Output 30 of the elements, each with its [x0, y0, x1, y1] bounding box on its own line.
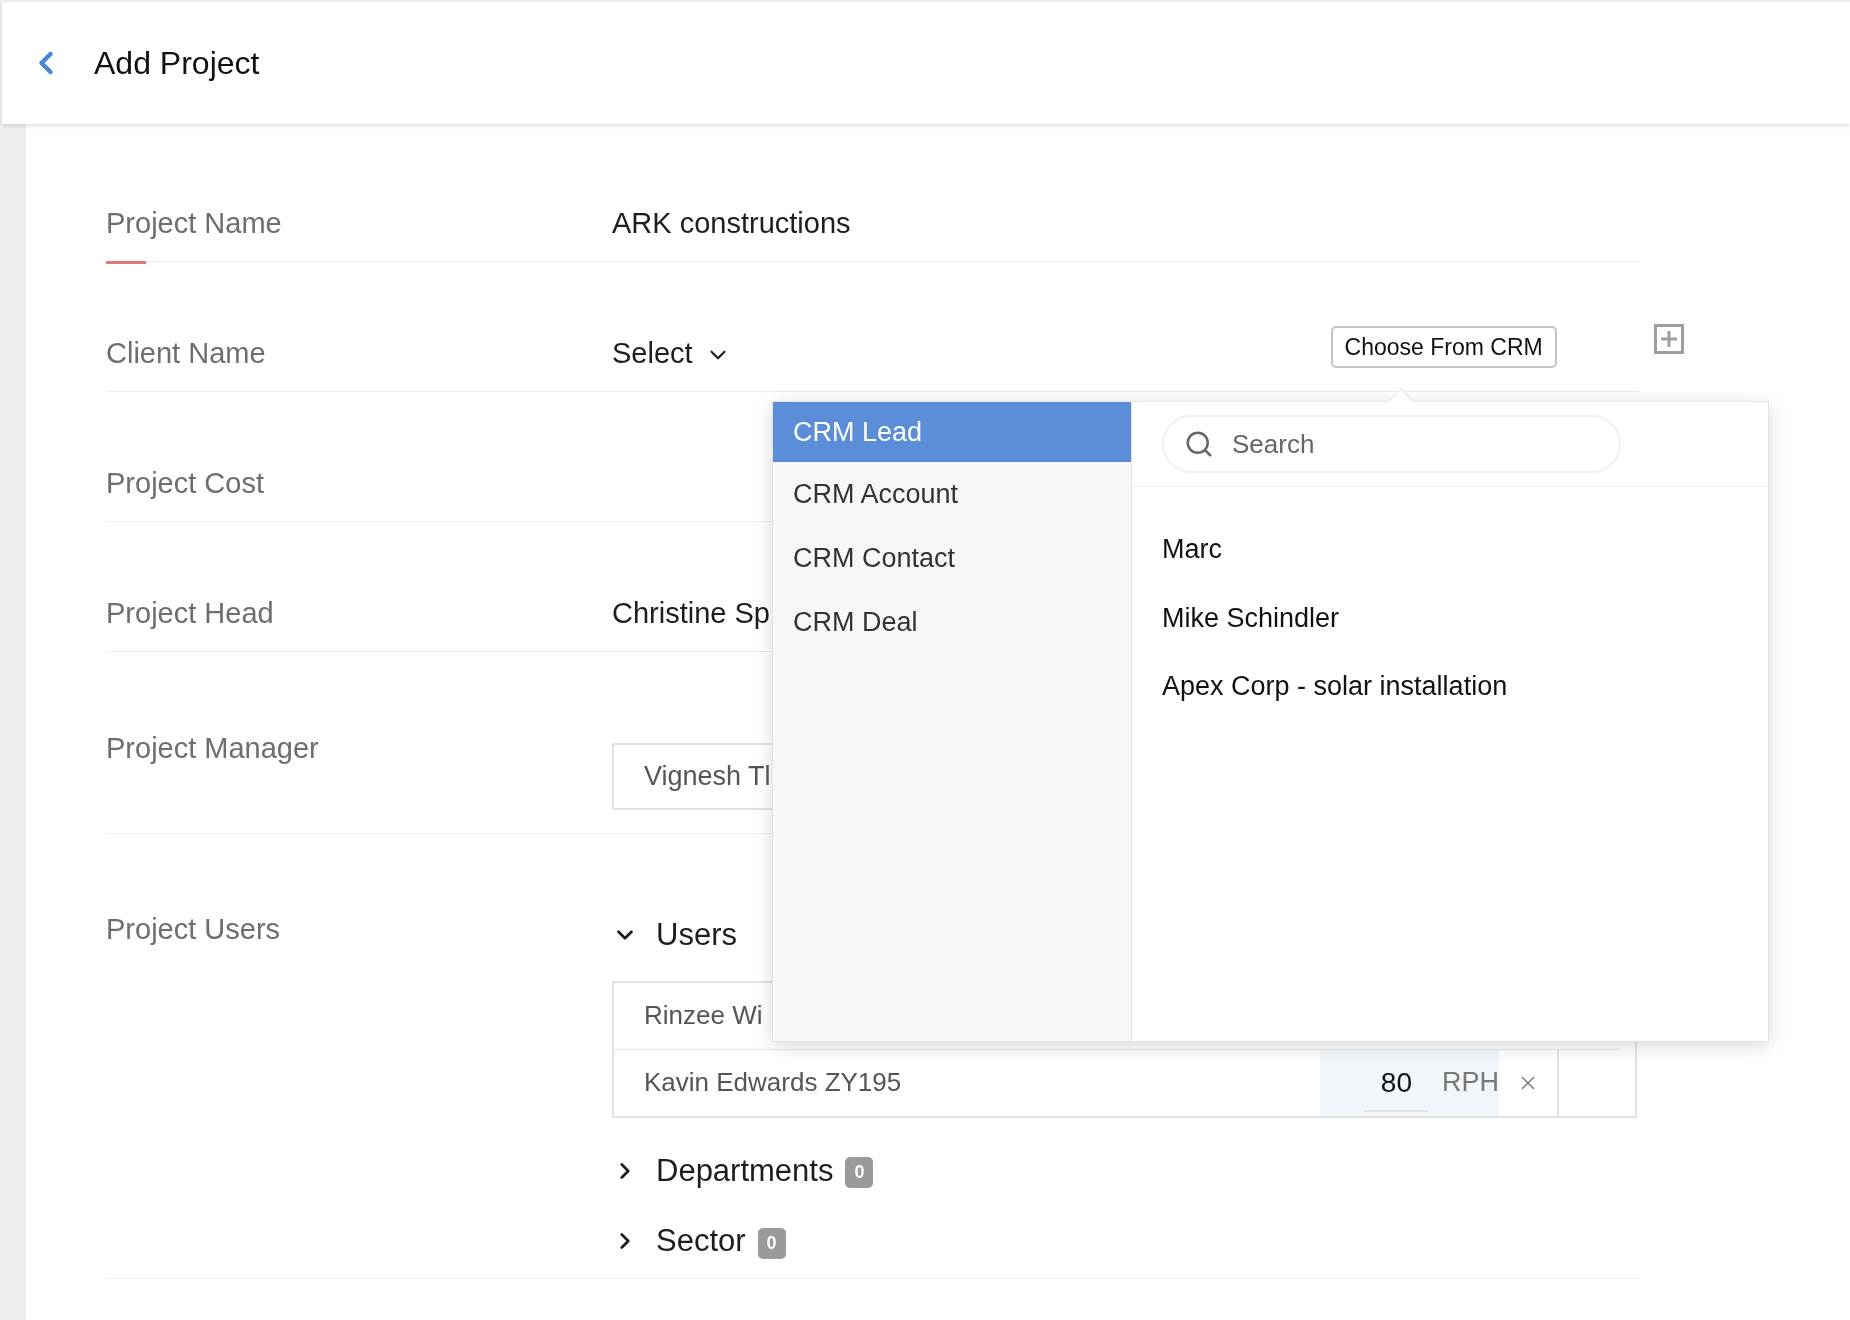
crm-category[interactable]: CRM Account: [773, 462, 1131, 526]
field-label: Project Head: [106, 595, 274, 631]
field-label: Project Cost: [106, 465, 264, 501]
crm-result[interactable]: Mike Schindler: [1162, 597, 1340, 638]
search-field[interactable]: Search: [1162, 415, 1621, 473]
group-toggle[interactable]: Sector 0: [612, 1218, 786, 1265]
field-label: Client Name: [106, 335, 266, 371]
users-toggle[interactable]: Users: [612, 912, 737, 959]
field-label: Project Name: [106, 205, 282, 241]
field-value: Christine Sp: [612, 595, 770, 631]
user-name: Kavin Edwards ZY195: [644, 1066, 902, 1099]
rate-field[interactable]: 80 RPH: [1320, 1049, 1499, 1116]
field-value: ARK constructions: [612, 205, 851, 241]
add-icon: [1653, 324, 1684, 355]
crm-category[interactable]: CRM Deal: [773, 590, 1131, 654]
rate-unit: RPH: [1442, 1066, 1499, 1100]
field-label: Project Users: [106, 912, 281, 947]
crm-result[interactable]: Marc: [1162, 529, 1222, 570]
count-badge: 0: [757, 1227, 786, 1259]
user-name: Rinzee Wi: [644, 999, 763, 1032]
count-badge: 0: [845, 1157, 874, 1189]
page-title: Add Project: [94, 44, 260, 83]
crm-result[interactable]: Apex Corp - solar installation: [1162, 666, 1508, 707]
client-select[interactable]: Select: [612, 331, 731, 375]
field-label: Project Manager: [106, 731, 319, 766]
crm-category[interactable]: CRM Contact: [773, 526, 1131, 590]
choose-from-crm-button[interactable]: Choose From CRM: [1330, 326, 1557, 369]
search-icon: [1184, 429, 1214, 459]
group-toggle[interactable]: Departments 0: [612, 1147, 874, 1194]
rate-value: 80: [1364, 1053, 1428, 1112]
